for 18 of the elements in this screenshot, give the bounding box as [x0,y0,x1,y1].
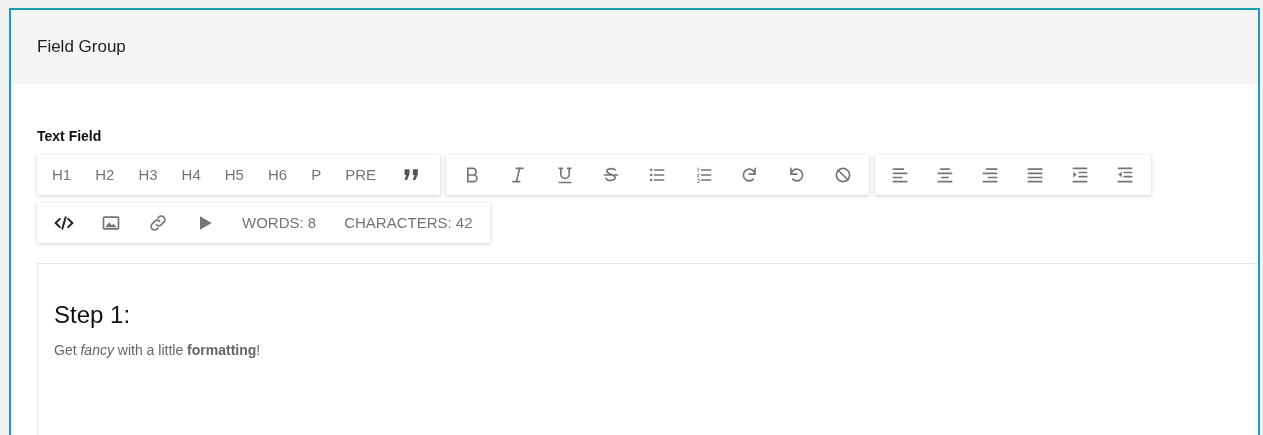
block-format-button[interactable]: H4 [169,155,213,195]
block-format-button[interactable]: H6 [255,155,300,195]
counter-text: CHARACTERS: 42 [343,212,474,233]
card-title: Field Group [37,36,126,59]
block-format-button[interactable]: PRE [333,155,388,195]
editor-paragraph: Get fancy with a little formatting! [54,341,262,360]
link-icon [147,213,168,233]
block-format-button[interactable]: H2 [83,155,127,195]
field-label: Text Field [37,127,103,146]
image-icon [100,213,121,233]
block-format-button[interactable]: H1 [40,155,84,195]
block-format-button[interactable]: H5 [212,155,256,195]
block-format-button[interactable]: P [299,155,334,195]
code-icon [53,213,74,233]
block-format-button[interactable]: H3 [126,155,170,195]
editor-heading: Step 1: [54,300,132,330]
counter-text: WORDS: 8 [241,212,318,233]
editor-area[interactable]: Step 1: Get fancy with a little formatting! [37,263,1258,435]
